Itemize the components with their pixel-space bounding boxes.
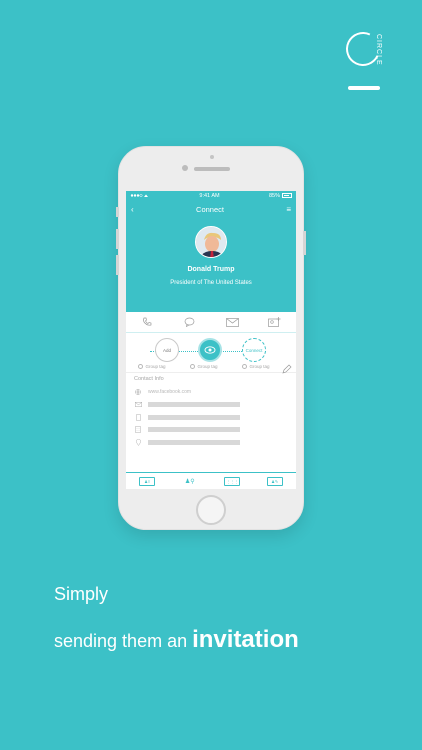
logo-bar (348, 86, 380, 90)
battery-percent: 85% (268, 193, 280, 199)
redacted-field (148, 427, 240, 433)
connect-label: Connect (245, 347, 263, 353)
tab-bar: ♟≡ ♟⚲ ⋮⋮⋮ ♟✎ (126, 472, 296, 489)
avatar[interactable] (195, 226, 227, 258)
home-button[interactable] (196, 495, 226, 525)
power-button (303, 231, 306, 255)
redacted-field (148, 402, 240, 408)
tab-edit-profile[interactable]: ♟✎ (266, 476, 283, 486)
back-button[interactable]: ‹ (131, 205, 134, 214)
contact-info-heading: Contact Info (134, 376, 164, 382)
edit-icon[interactable] (282, 361, 292, 379)
proximity-sensor (210, 155, 214, 159)
add-contact-card-icon[interactable] (268, 316, 282, 328)
question-icon (242, 364, 248, 369)
group-tag[interactable]: Group tag (242, 364, 270, 369)
group-tag[interactable]: Group tag (138, 364, 166, 369)
profile-header: Donald Trump President of The United Sta… (126, 217, 296, 312)
add-node[interactable]: Add (155, 338, 179, 362)
menu-button[interactable]: ≡ (286, 205, 291, 214)
phone-icon[interactable] (140, 316, 154, 328)
phone-mockup: 9:41 AM 85% ‹ Connect ≡ Donald Trump Pre… (116, 146, 306, 530)
volume-down-button (116, 255, 119, 275)
add-label: Add (162, 347, 171, 353)
connect-node[interactable]: Connect (242, 338, 266, 362)
volume-up-button (116, 229, 119, 249)
contact-actions (126, 312, 296, 333)
signal-wifi-icon (130, 193, 150, 200)
battery-status: 85% (269, 193, 292, 199)
website-url: www.facebook.com (148, 389, 192, 396)
website-row[interactable]: www.facebook.com (134, 386, 288, 399)
office-row[interactable] (134, 424, 288, 437)
caption-line-1: Simply (54, 584, 109, 604)
mute-switch (116, 207, 119, 217)
caption-highlight: invitation (192, 626, 299, 653)
phone-screen: 9:41 AM 85% ‹ Connect ≡ Donald Trump Pre… (126, 191, 296, 489)
question-icon (138, 364, 144, 369)
nav-bar: ‹ Connect ≡ (126, 201, 296, 217)
tab-contacts[interactable]: ♟≡ (139, 476, 156, 486)
front-camera (182, 165, 188, 171)
redacted-field (148, 414, 240, 420)
view-node[interactable] (198, 338, 222, 362)
profile-title: President of The United States (170, 280, 252, 286)
chat-icon[interactable] (183, 316, 197, 328)
eye-icon (204, 346, 216, 354)
location-icon (134, 438, 142, 446)
contact-info-section: Contact Info www.facebook.com (126, 373, 296, 449)
edit-profile-icon: ♟✎ (271, 478, 279, 484)
question-icon (190, 364, 196, 369)
building-icon (134, 426, 142, 433)
battery-icon (281, 193, 292, 199)
brand-logo: CIRCLE (341, 27, 390, 96)
group-tags: Group tag Group tag Group tag (126, 364, 296, 369)
caption-prefix: sending them an (54, 631, 193, 651)
people-search-icon: ♟⚲ (184, 478, 195, 485)
status-bar: 9:41 AM 85% (126, 191, 296, 201)
redacted-field (148, 439, 240, 445)
caption-line-2: sending them an invitation (54, 626, 299, 654)
email-row[interactable] (134, 399, 288, 412)
mail-icon[interactable] (225, 316, 239, 328)
contact-card-icon: ♟≡ (144, 478, 151, 484)
tab-search[interactable]: ♟⚲ (182, 477, 198, 486)
group-tag[interactable]: Group tag (190, 364, 218, 369)
tab-calendar[interactable]: ⋮⋮⋮ (224, 476, 241, 486)
status-time: 9:41 AM (199, 193, 220, 199)
screen-title: Connect (196, 204, 224, 214)
globe-icon (134, 389, 142, 396)
earpiece-speaker (194, 167, 230, 171)
logo-word: CIRCLE (375, 34, 382, 66)
envelope-icon (134, 402, 142, 408)
phone-row[interactable] (134, 411, 288, 424)
calendar-icon: ⋮⋮⋮ (226, 478, 239, 484)
mobile-icon (134, 413, 142, 421)
invitation-flow: Add Connect Group tag Group tag Group ta… (126, 333, 296, 374)
profile-name: Donald Trump (187, 266, 235, 273)
address-row[interactable] (134, 436, 288, 449)
